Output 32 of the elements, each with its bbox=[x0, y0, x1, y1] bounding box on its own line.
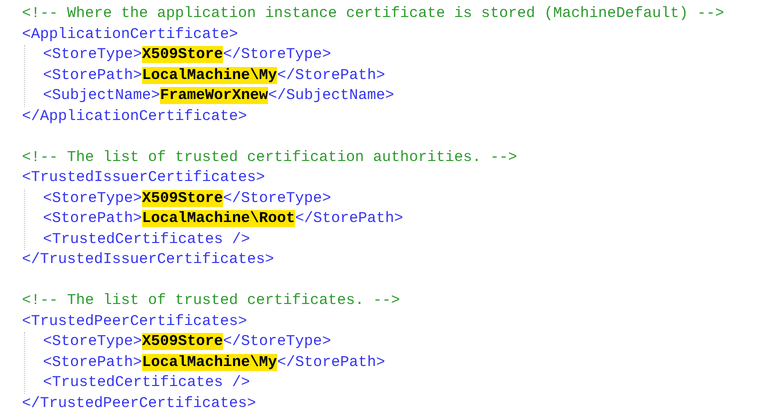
xml-tag: <TrustedCertificates /> bbox=[43, 230, 250, 248]
xml-tag: <StoreType> bbox=[43, 46, 142, 63]
xml-tag: </StorePath> bbox=[277, 354, 386, 370]
xml-tag: </StoreType> bbox=[223, 333, 332, 350]
xml-tag: </StorePath> bbox=[295, 210, 404, 227]
xml-tag: </StoreType> bbox=[223, 46, 332, 63]
xml-tag: <SubjectName> bbox=[43, 87, 160, 104]
xml-tag: </SubjectName> bbox=[268, 87, 394, 104]
xml-tag: <TrustedPeerCertificates> bbox=[22, 312, 248, 330]
xml-tag: <TrustedCertificates /> bbox=[43, 374, 250, 391]
xml-tag: </TrustedIssuerCertificates> bbox=[22, 251, 274, 268]
xml-tag: </StorePath> bbox=[277, 66, 386, 84]
xml-tag: <StoreType> bbox=[43, 190, 142, 206]
xml-tag: </TrustedPeerCertificates> bbox=[22, 394, 256, 412]
tag-value: X509Store bbox=[142, 190, 224, 206]
xml-tag: <StorePath> bbox=[43, 210, 142, 227]
tag-value: LocalMachine\Root bbox=[142, 210, 296, 227]
xml-tag: <StorePath> bbox=[43, 66, 142, 84]
xml-tag: </StoreType> bbox=[223, 190, 332, 206]
xml-tag: <TrustedIssuerCertificates> bbox=[22, 169, 266, 186]
xml-comment: <!-- The list of trusted certificates. --> bbox=[22, 292, 400, 309]
xml-comment: <!-- The list of trusted certification authorities. --> bbox=[22, 148, 518, 166]
xml-tag: <StoreType> bbox=[43, 333, 142, 350]
xml-tag: </ApplicationCertificate> bbox=[22, 108, 248, 124]
tag-value: X509Store bbox=[142, 333, 224, 350]
xml-tag: <StorePath> bbox=[43, 354, 142, 370]
tag-value: LocalMachine\My bbox=[142, 354, 278, 370]
xml-comment: <!-- Where the application instance certificate is stored (MachineDefault) --> bbox=[22, 5, 724, 22]
xml-tag: <ApplicationCertificate> bbox=[22, 26, 238, 42]
tag-value: FrameWorXnew bbox=[160, 87, 268, 104]
tag-value: X509Store bbox=[142, 46, 224, 63]
tag-value: LocalMachine\My bbox=[142, 66, 278, 84]
